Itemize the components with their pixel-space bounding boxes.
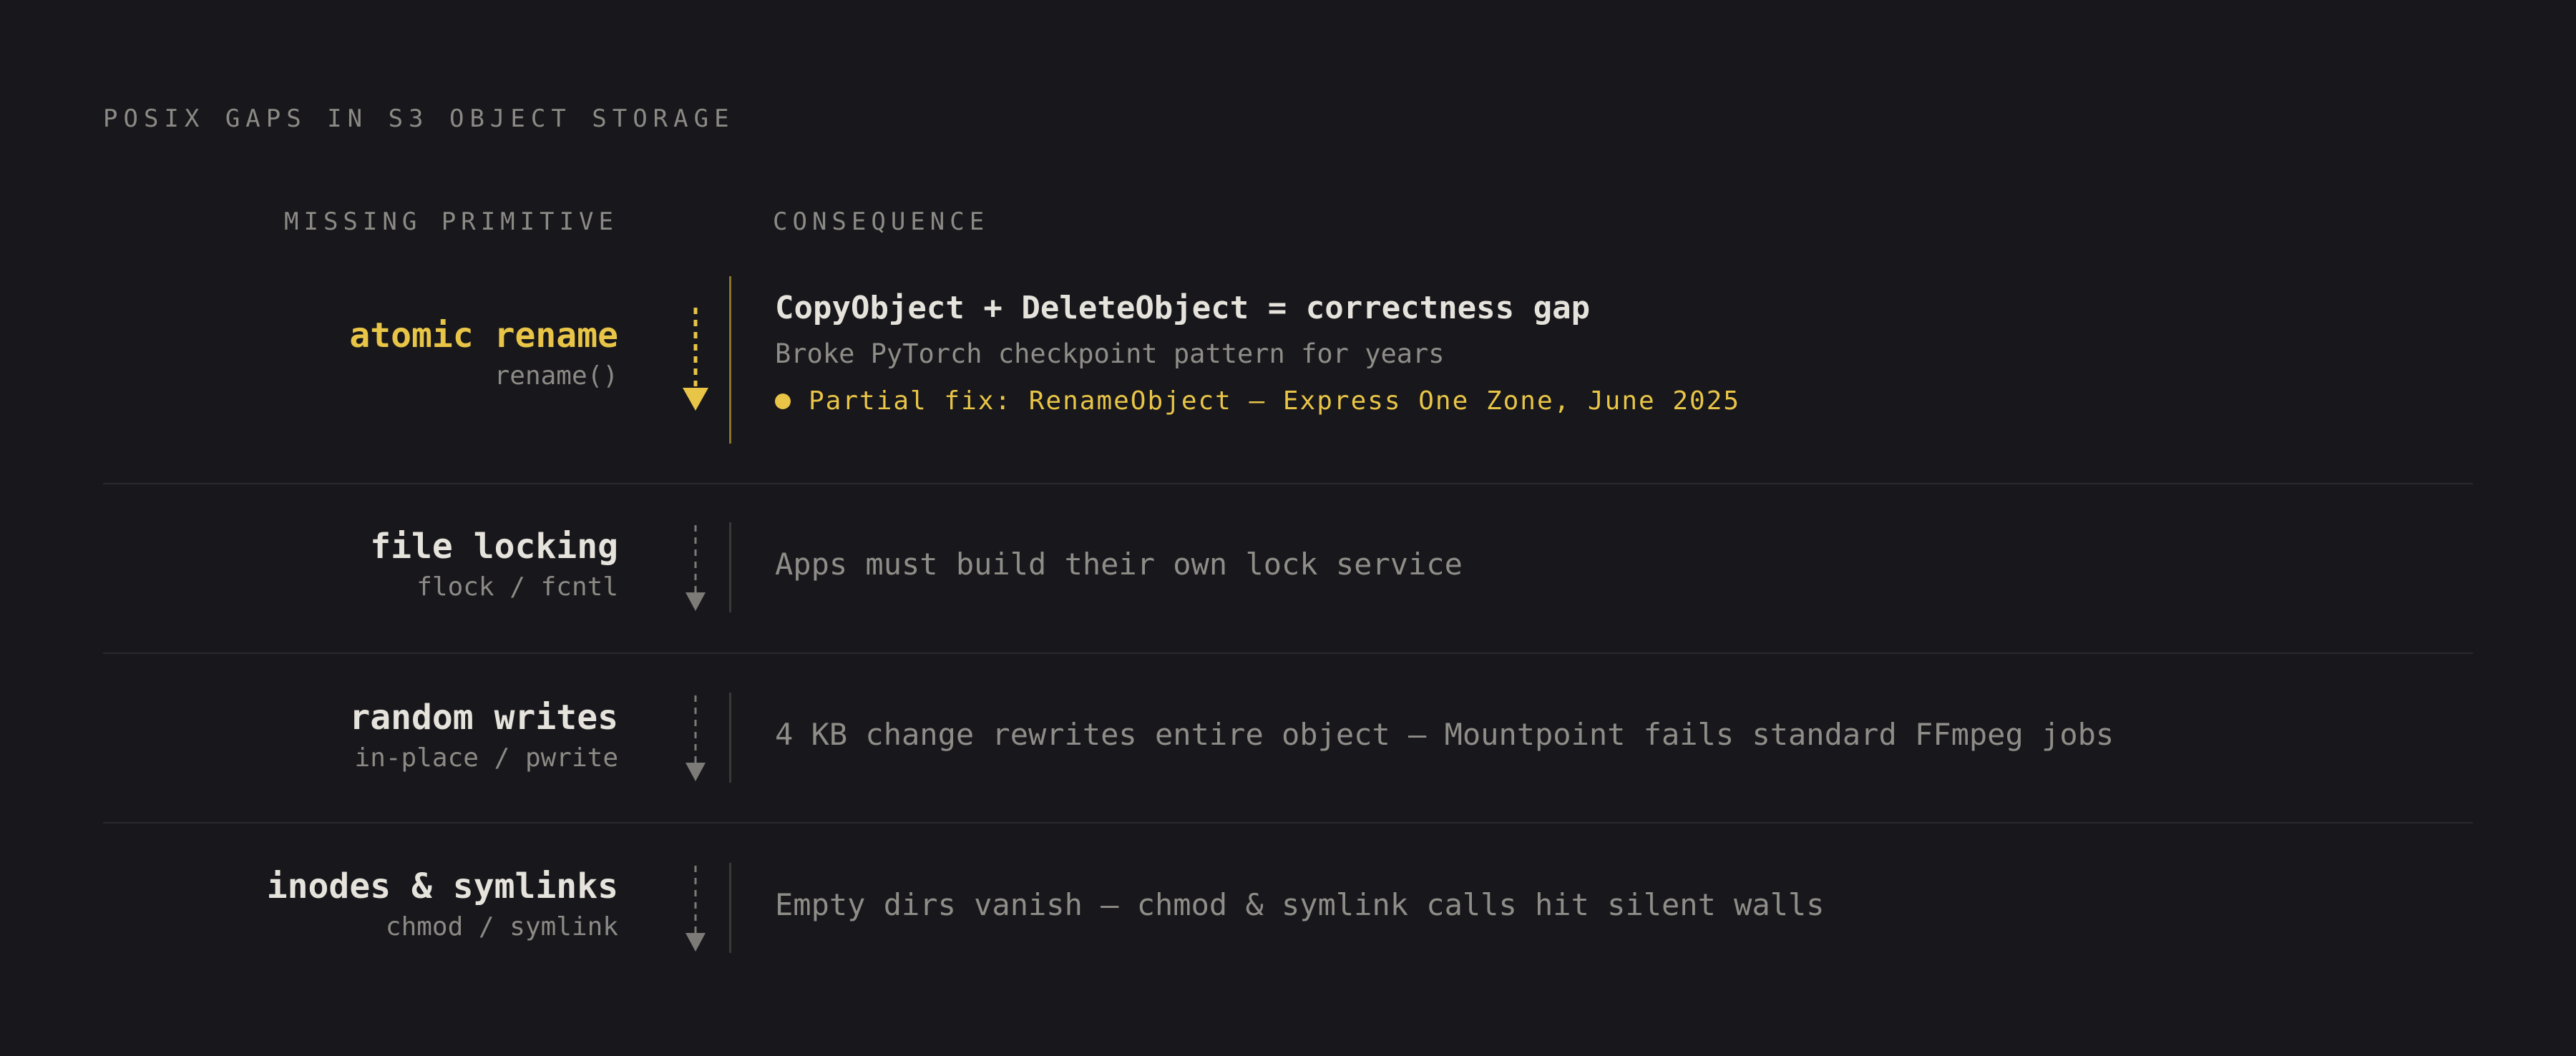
partial-fix-text: Partial fix: RenameObject — Express One … <box>809 386 1741 416</box>
page-title: POSIX GAPS IN S3 OBJECT STORAGE <box>103 104 735 133</box>
consequence-cell: 4 KB change rewrites entire object — Mou… <box>775 717 2114 752</box>
status-dot-icon <box>775 393 791 409</box>
primitive-name: inodes & symlinks <box>266 866 618 906</box>
consequence-text: Apps must build their own lock service <box>775 547 1463 582</box>
consequence-cell: Apps must build their own lock service <box>775 547 1463 582</box>
row-separator <box>103 483 2473 484</box>
primitive-call: rename() <box>494 361 618 391</box>
primitive-call: chmod / symlink <box>385 912 618 942</box>
row-divider-line <box>729 276 731 444</box>
primitive-name: file locking <box>370 527 618 567</box>
row-separator <box>103 652 2473 654</box>
row-divider-line <box>729 863 731 953</box>
partial-fix-note: Partial fix: RenameObject — Express One … <box>775 386 1740 416</box>
arrow-down-icon <box>680 306 711 412</box>
consequence-detail: Broke PyTorch checkpoint pattern for yea… <box>775 338 1445 369</box>
consequence-cell: CopyObject + DeleteObject = correctness … <box>775 289 1740 416</box>
consequence-headline: CopyObject + DeleteObject = correctness … <box>775 290 1591 326</box>
primitive-name: atomic rename <box>349 316 618 356</box>
primitive-cell: random writes in-place / pwrite <box>349 697 618 774</box>
consequence-text: Empty dirs vanish — chmod & symlink call… <box>775 887 1825 922</box>
row-divider-line <box>729 522 731 612</box>
primitive-call: flock / fcntl <box>416 572 618 602</box>
consequence-header: CONSEQUENCE <box>773 207 990 236</box>
primitive-call: in-place / pwrite <box>354 743 618 773</box>
primitive-name: random writes <box>349 698 618 738</box>
primitive-cell: atomic rename rename() <box>349 315 618 392</box>
arrow-down-icon <box>680 694 711 783</box>
primitive-cell: inodes & symlinks chmod / symlink <box>267 866 618 943</box>
consequence-cell: Empty dirs vanish — chmod & symlink call… <box>775 887 1825 922</box>
consequence-text: 4 KB change rewrites entire object — Mou… <box>775 717 2114 752</box>
primitive-cell: file locking flock / fcntl <box>370 526 618 603</box>
row-separator <box>103 822 2473 823</box>
arrow-down-icon <box>680 864 711 953</box>
arrow-down-icon <box>680 524 711 612</box>
missing-primitive-header: MISSING PRIMITIVE <box>284 207 618 236</box>
row-divider-line <box>729 693 731 783</box>
